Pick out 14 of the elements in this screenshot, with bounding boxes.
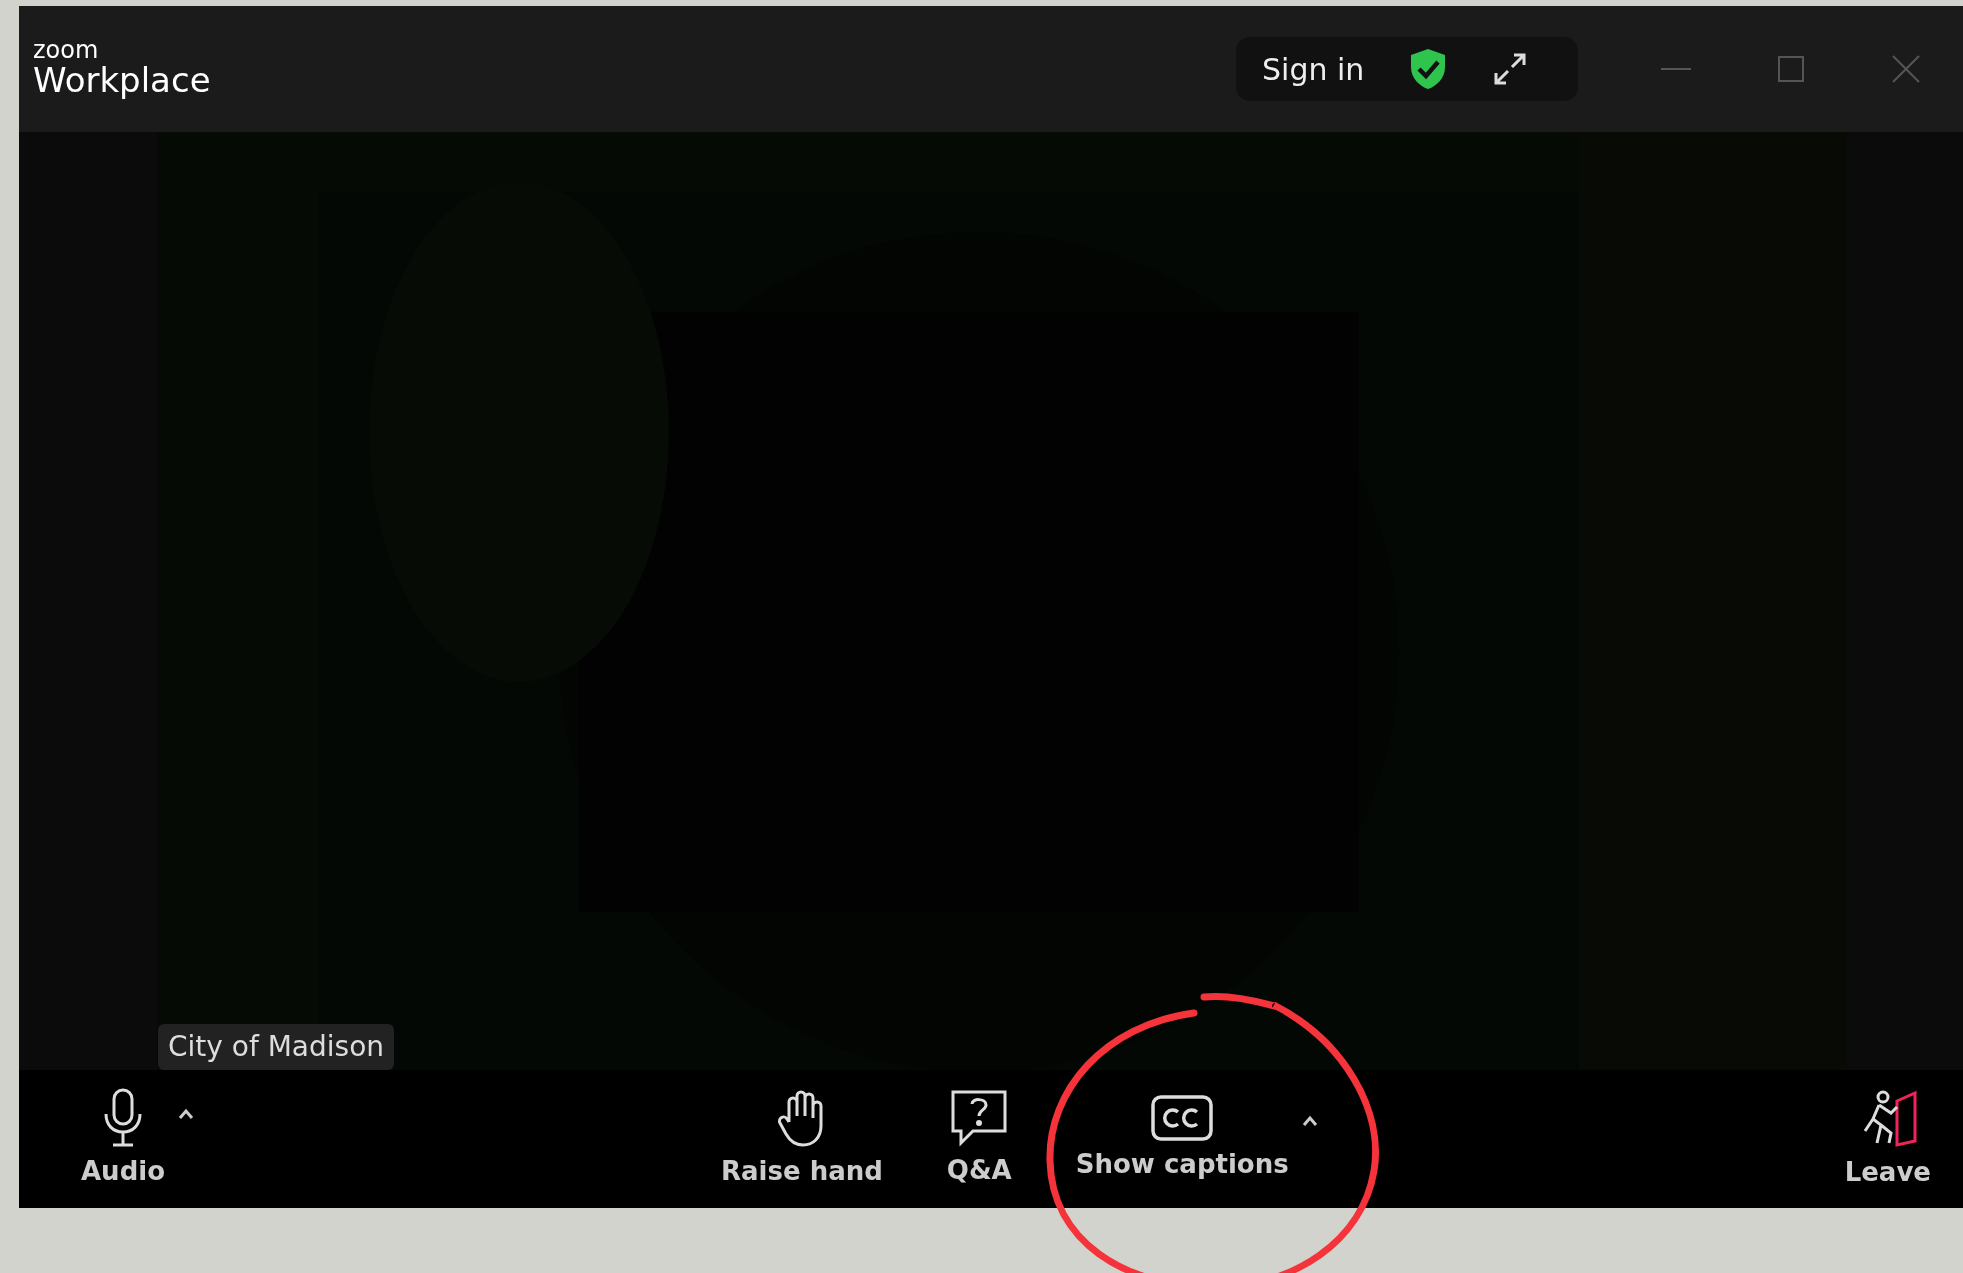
- caret-icon[interactable]: [177, 1107, 196, 1120]
- closed-captions-icon: [1151, 1094, 1214, 1141]
- toolbar-button[interactable]: Q&A: [934, 1084, 1024, 1194]
- expand-icon[interactable]: [1492, 51, 1529, 87]
- toolbar-button[interactable]: Show captions: [1063, 1090, 1301, 1188]
- caret-icon[interactable]: [1300, 1114, 1319, 1127]
- question-bubble-icon: [949, 1088, 1010, 1147]
- logo-text: Workplace: [33, 62, 211, 100]
- leave-button[interactable]: Leave: [1832, 1082, 1943, 1196]
- toolbar-button[interactable]: Raise hand: [709, 1083, 895, 1195]
- microphone-icon: [103, 1087, 143, 1148]
- logo-text: zoom: [33, 38, 100, 63]
- participant-name: City of Madison: [158, 1024, 394, 1070]
- toolbar-button[interactable]: Audio: [69, 1083, 178, 1195]
